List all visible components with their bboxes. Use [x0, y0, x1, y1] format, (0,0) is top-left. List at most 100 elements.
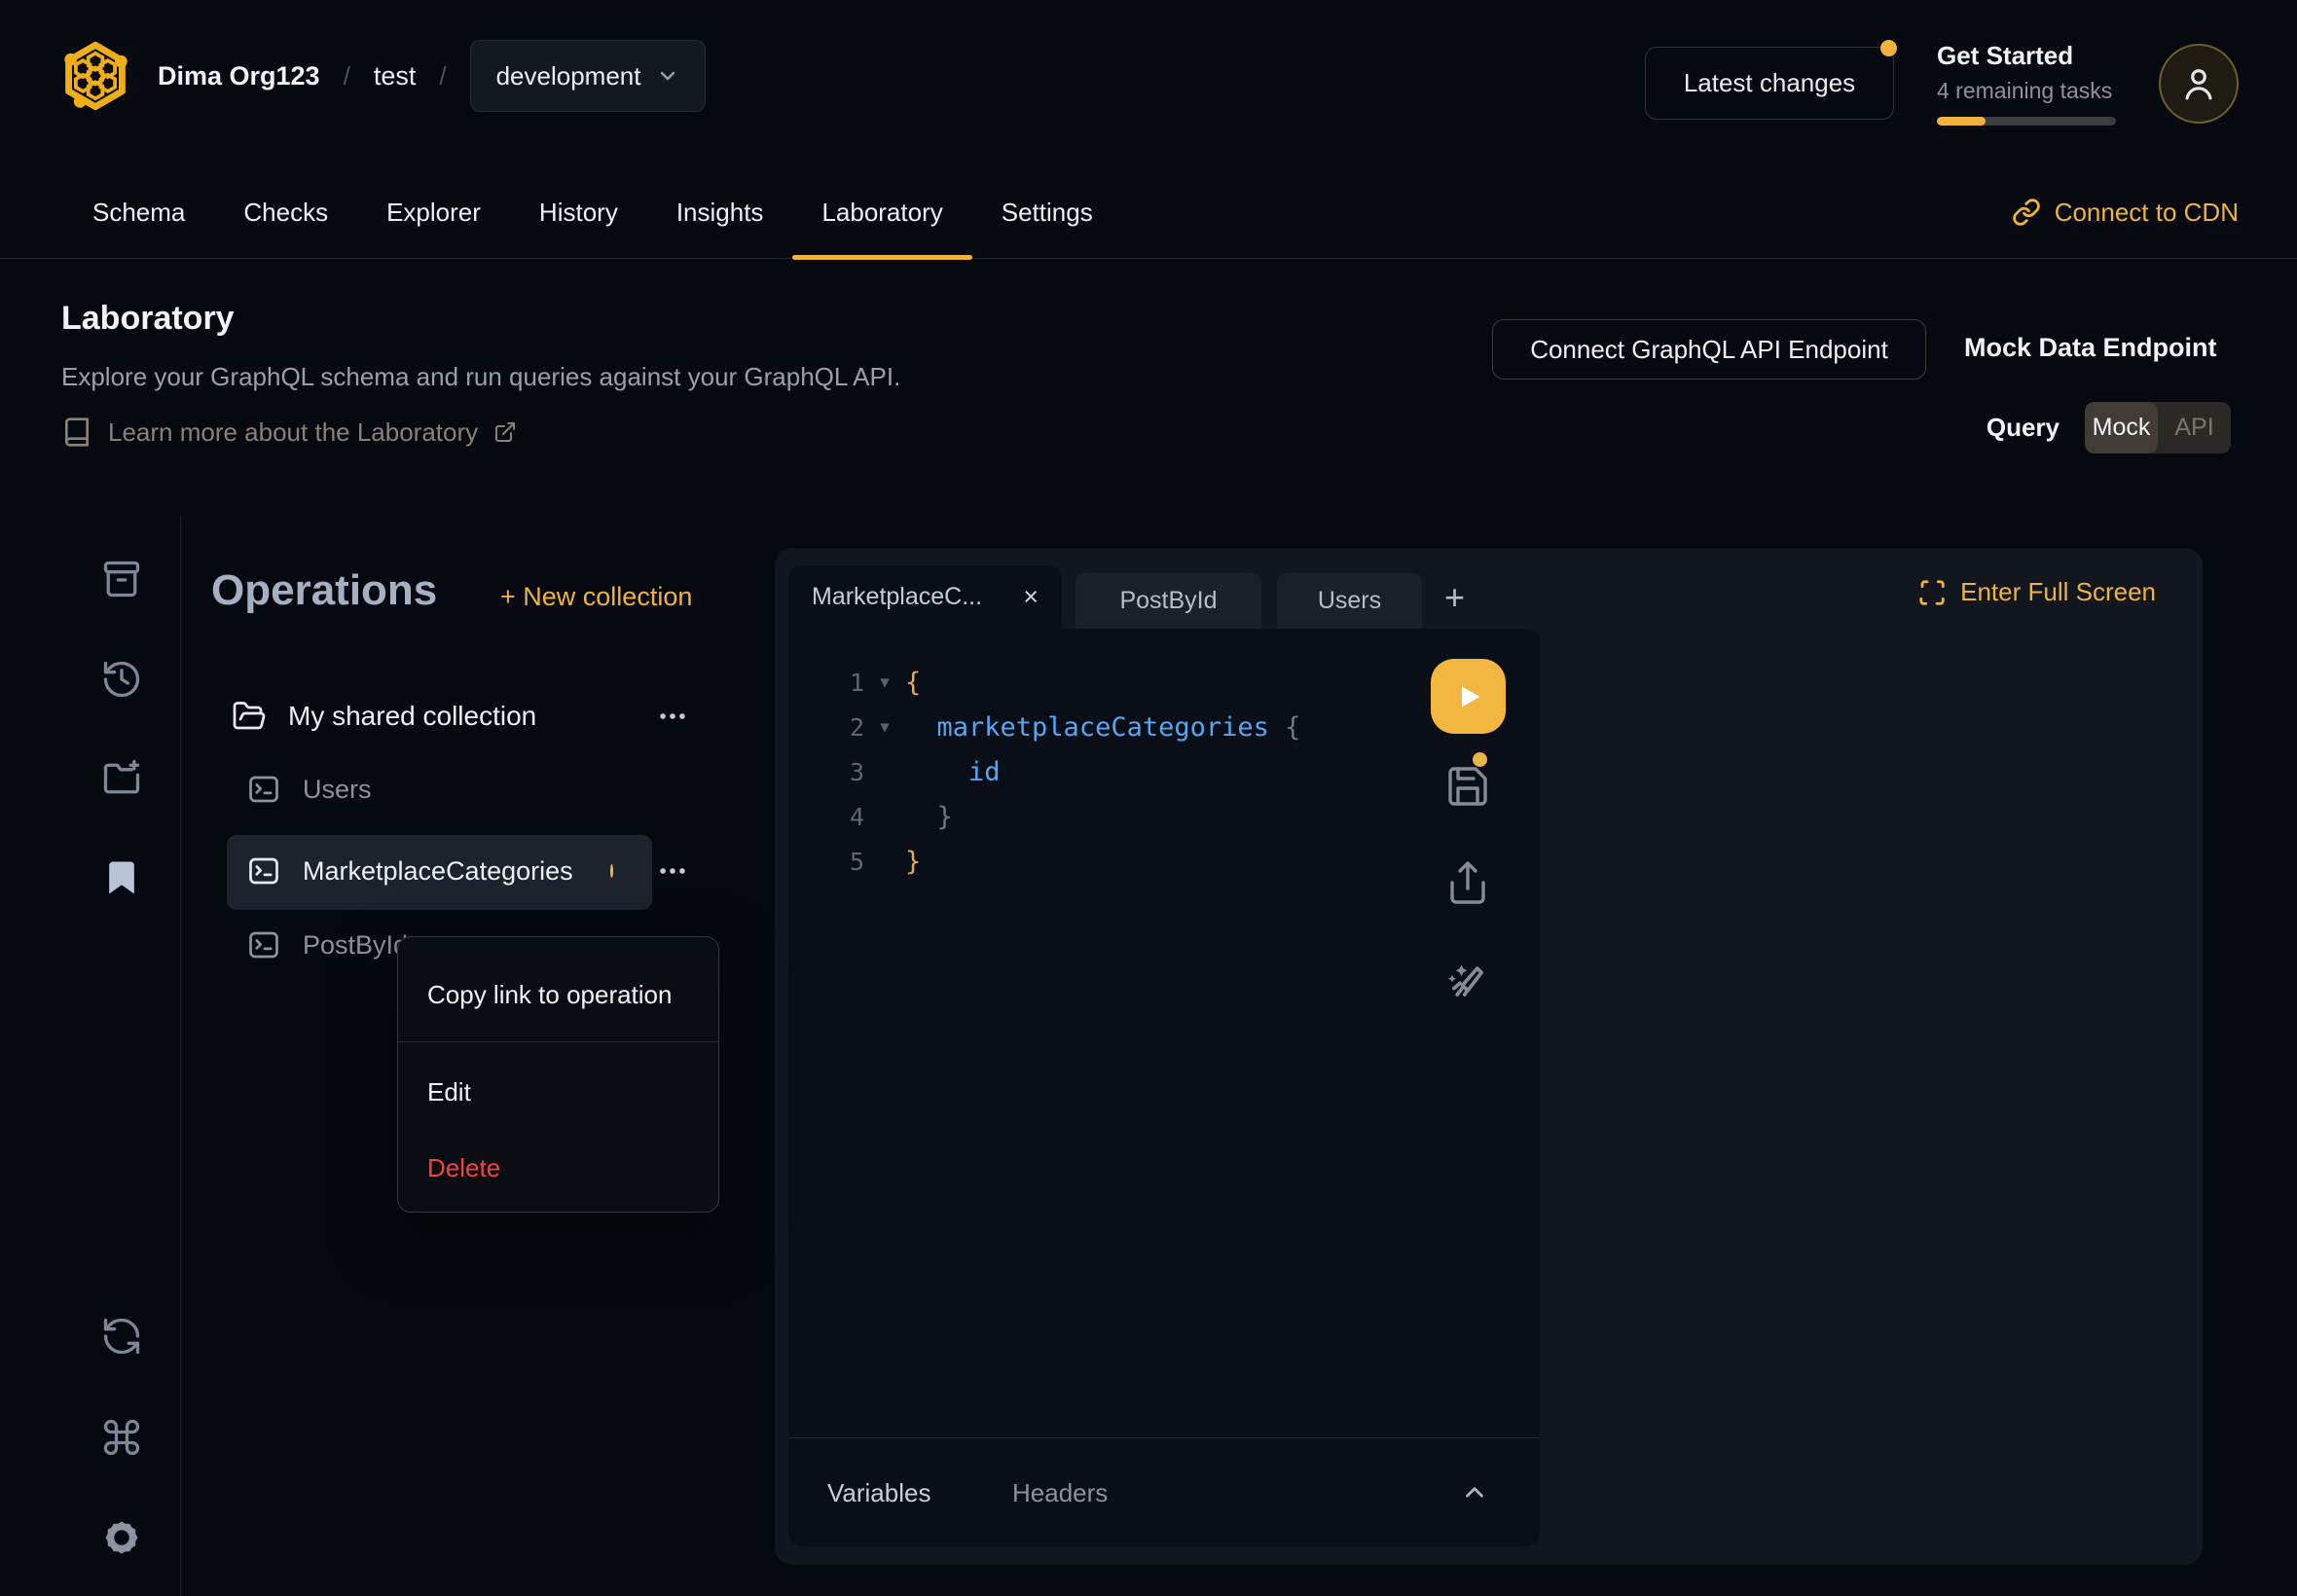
- menu-item-edit[interactable]: Edit: [427, 1077, 471, 1107]
- tab-insights[interactable]: Insights: [647, 165, 793, 259]
- enter-fullscreen-label: Enter Full Screen: [1960, 577, 2156, 607]
- unsaved-changes-dot: [610, 864, 613, 878]
- collapse-panel-button[interactable]: [1460, 1438, 1489, 1547]
- latest-changes-label: Latest changes: [1684, 68, 1855, 97]
- chevron-up-icon: [1460, 1478, 1489, 1507]
- header: Dima Org123 / test / development: [58, 39, 706, 113]
- operation-row-marketplacecategories[interactable]: MarketplaceCategories: [246, 853, 689, 889]
- tab-laboratory[interactable]: Laboratory: [792, 165, 971, 259]
- fold-icon[interactable]: ▾: [864, 716, 905, 739]
- query-endpoint-toggle-row: Query Mock API: [1987, 402, 2231, 453]
- get-started-widget[interactable]: Get Started 4 remaining tasks: [1937, 41, 2116, 126]
- learn-more-label: Learn more about the Laboratory: [108, 417, 478, 448]
- menu-divider: [398, 1041, 718, 1042]
- headers-tab[interactable]: Headers: [1012, 1438, 1108, 1547]
- menu-item-delete[interactable]: Delete: [427, 1153, 500, 1183]
- link-icon: [2012, 198, 2041, 227]
- breadcrumb: Dima Org123 / test / development: [158, 40, 706, 112]
- new-folder-icon[interactable]: [100, 757, 143, 800]
- operation-icon: [246, 772, 281, 807]
- learn-more-link[interactable]: Learn more about the Laboratory: [61, 417, 517, 448]
- laboratory-sidebar: [0, 516, 181, 1596]
- org-name[interactable]: Dima Org123: [158, 61, 320, 91]
- operation-menu-button[interactable]: [656, 854, 689, 888]
- person-icon: [2178, 63, 2219, 104]
- add-tab-button[interactable]: +: [1444, 577, 1465, 618]
- editor-tab-postbyid[interactable]: PostById: [1076, 573, 1261, 629]
- connect-graphql-endpoint-button[interactable]: Connect GraphQL API Endpoint: [1492, 319, 1926, 380]
- header-actions: Latest changes Get Started 4 remaining t…: [1645, 41, 2239, 126]
- target-selector-value: development: [496, 61, 641, 91]
- run-query-button[interactable]: [1431, 659, 1506, 734]
- collection-menu-button[interactable]: [656, 700, 689, 733]
- notification-dot: [1880, 40, 1897, 56]
- operation-name: Users: [303, 775, 372, 805]
- graphql-code-editor[interactable]: 1 ▾ { 2 ▾ marketplaceCategories { 3 id 4…: [788, 629, 1540, 1437]
- query-endpoint-toggle: Mock API: [2085, 402, 2231, 453]
- variables-tab[interactable]: Variables: [827, 1438, 930, 1547]
- get-started-subtitle: 4 remaining tasks: [1937, 78, 2116, 104]
- refresh-icon[interactable]: [100, 1315, 143, 1358]
- breadcrumb-separator: /: [344, 61, 350, 91]
- tab-settings[interactable]: Settings: [972, 165, 1122, 259]
- book-icon: [61, 417, 92, 448]
- chevron-down-icon: [656, 64, 679, 88]
- fold-icon[interactable]: ▾: [864, 671, 905, 694]
- new-collection-button[interactable]: + New collection: [500, 582, 692, 612]
- laboratory-page: Dima Org123 / test / development Latest …: [0, 0, 2297, 1596]
- page-title: Laboratory: [61, 300, 235, 338]
- prettify-code-icon[interactable]: [1442, 955, 1493, 1005]
- operation-row-postbyid[interactable]: PostById: [246, 927, 408, 962]
- query-toggle-label: Query: [1987, 413, 2060, 443]
- operation-icon: [246, 927, 281, 962]
- close-tab-icon[interactable]: ×: [1023, 584, 1039, 610]
- tab-checks[interactable]: Checks: [214, 165, 357, 259]
- external-link-icon: [493, 420, 517, 444]
- menu-item-copy-link[interactable]: Copy link to operation: [427, 980, 672, 1010]
- operation-row-users[interactable]: Users: [246, 772, 372, 807]
- page-description: Explore your GraphQL schema and run quer…: [61, 362, 900, 392]
- operation-context-menu: Copy link to operation Edit Delete: [397, 936, 719, 1213]
- toggle-option-api[interactable]: API: [2158, 402, 2231, 453]
- code-line[interactable]: 5 }: [788, 839, 1540, 884]
- folder-open-icon: [232, 699, 267, 734]
- save-operation-icon[interactable]: [1444, 763, 1491, 810]
- nav-tabbar: Schema Checks Explorer History Insights …: [0, 165, 2297, 259]
- toggle-option-mock[interactable]: Mock: [2085, 402, 2158, 453]
- tab-explorer[interactable]: Explorer: [357, 165, 510, 259]
- get-started-progress-fill: [1937, 117, 1986, 126]
- project-name[interactable]: test: [374, 61, 417, 91]
- enter-fullscreen-link[interactable]: Enter Full Screen: [1917, 577, 2156, 607]
- mock-data-endpoint-label[interactable]: Mock Data Endpoint: [1964, 333, 2217, 363]
- operation-name: PostById: [303, 930, 408, 961]
- latest-changes-button[interactable]: Latest changes: [1645, 47, 1894, 120]
- editor-tab-marketplacecategories[interactable]: MarketplaceC... ×: [788, 565, 1062, 629]
- user-avatar[interactable]: [2159, 44, 2239, 124]
- collections-icon[interactable]: [100, 558, 143, 600]
- query-editor-panel: MarketplaceC... × PostById Users + Enter…: [775, 548, 2203, 1565]
- code-line[interactable]: 4 }: [788, 794, 1540, 839]
- operation-name: MarketplaceCategories: [303, 856, 573, 887]
- code-line[interactable]: 1 ▾ {: [788, 660, 1540, 705]
- target-selector[interactable]: development: [470, 40, 707, 112]
- tab-schema[interactable]: Schema: [63, 165, 214, 259]
- operation-icon: [246, 853, 281, 889]
- nav-tabs: Schema Checks Explorer History Insights …: [63, 165, 1122, 259]
- breadcrumb-separator: /: [439, 61, 446, 91]
- connect-to-cdn-link[interactable]: Connect to CDN: [2012, 165, 2239, 259]
- settings-gear-icon[interactable]: [100, 1516, 143, 1559]
- get-started-title: Get Started: [1937, 41, 2116, 71]
- command-shortcuts-icon[interactable]: [100, 1416, 143, 1459]
- tab-history[interactable]: History: [510, 165, 647, 259]
- share-operation-icon[interactable]: [1444, 859, 1491, 906]
- bookmark-icon[interactable]: [100, 856, 143, 899]
- editor-tab-users[interactable]: Users: [1277, 573, 1422, 629]
- connect-to-cdn-label: Connect to CDN: [2055, 198, 2239, 228]
- hive-logo-icon[interactable]: [58, 39, 132, 113]
- operations-title: Operations: [211, 566, 437, 615]
- code-line[interactable]: 3 id: [788, 749, 1540, 794]
- history-icon[interactable]: [100, 658, 143, 701]
- get-started-progressbar: [1937, 117, 2116, 126]
- collection-header-row[interactable]: My shared collection: [232, 699, 689, 734]
- code-line[interactable]: 2 ▾ marketplaceCategories {: [788, 705, 1540, 749]
